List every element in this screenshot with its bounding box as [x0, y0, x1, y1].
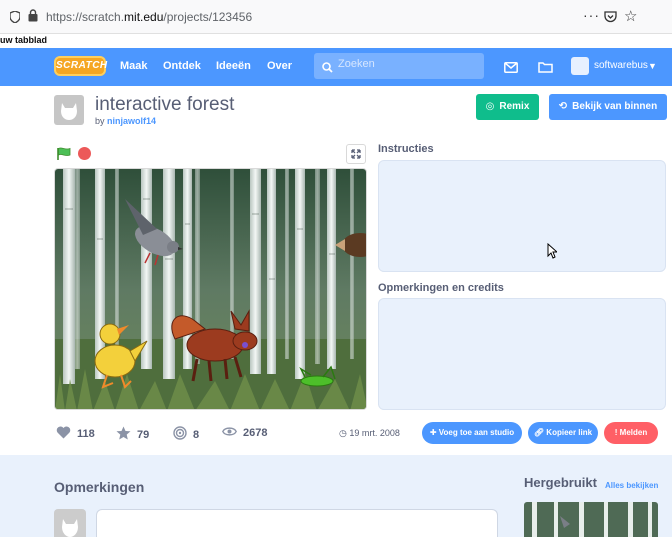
shield-icon[interactable]	[9, 10, 21, 24]
cursor-icon	[547, 243, 557, 259]
loves-stat[interactable]: 118	[56, 426, 95, 442]
nav-link-about[interactable]: Over	[267, 60, 292, 72]
nav-link-create[interactable]: Maak	[120, 60, 148, 72]
see-inside-button[interactable]: ⟲ Bekijk van binnen	[549, 94, 667, 120]
instructions-label: Instructies	[378, 143, 434, 155]
see-inside-icon: ⟲	[558, 101, 568, 112]
copy-link-label: Kopieer link	[546, 428, 593, 437]
instructions-panel	[378, 160, 666, 272]
stop-icon[interactable]	[78, 147, 91, 160]
star-icon	[116, 426, 131, 443]
remix-icon	[173, 426, 187, 443]
copy-link-button[interactable]: 🔗︎ Kopieer link	[528, 422, 598, 444]
bookmark-item[interactable]: uw tabblad	[0, 35, 47, 45]
add-to-studio-button[interactable]: ✚ Voeg toe aan studio	[422, 422, 522, 444]
comments-title: Opmerkingen	[54, 479, 145, 495]
add-to-studio-label: Voeg toe aan studio	[438, 428, 515, 437]
remixes-stat: 8	[173, 426, 199, 443]
project-stage[interactable]	[54, 168, 367, 410]
browser-toolbar: https://scratch.mit.edu/projects/123456 …	[0, 0, 672, 34]
url-domain: mit.edu	[124, 10, 164, 24]
project-author-avatar[interactable]	[54, 95, 84, 125]
site-nav: SCRATCH Maak Ontdek Ideeën Over software…	[0, 48, 672, 86]
remixes-title: Hergebruikt	[524, 475, 597, 490]
comment-input[interactable]	[96, 509, 498, 537]
remix-label: Remix	[499, 101, 530, 112]
search-box[interactable]	[314, 53, 484, 79]
calendar-icon: ◷	[339, 428, 350, 438]
nav-link-ideas[interactable]: Ideeën	[216, 60, 251, 72]
author-link[interactable]: ninjawolf14	[107, 116, 156, 126]
avatar	[54, 509, 86, 537]
share-date-value: 19 mrt. 2008	[349, 428, 400, 438]
see-inside-label: Bekijk van binnen	[572, 101, 658, 112]
fullscreen-icon[interactable]	[346, 144, 366, 164]
search-icon	[322, 60, 333, 78]
address-bar[interactable]: https://scratch.mit.edu/projects/123456	[46, 10, 252, 24]
pocket-icon[interactable]	[604, 10, 617, 28]
scratch-logo[interactable]: SCRATCH	[54, 56, 107, 76]
project-author: by ninjawolf14	[95, 116, 156, 126]
credits-panel	[378, 298, 666, 410]
report-label: Melden	[619, 428, 648, 437]
favorites-stat[interactable]: 79	[116, 426, 149, 443]
see-all-link[interactable]: Alles bekijken	[605, 481, 658, 490]
green-flag-icon[interactable]	[56, 147, 72, 166]
avatar[interactable]	[571, 57, 589, 75]
remix-thumbnail[interactable]	[524, 502, 658, 537]
favorites-count: 79	[137, 428, 150, 441]
link-icon: 🔗︎	[533, 428, 547, 437]
report-button[interactable]: ! Melden	[604, 422, 658, 444]
search-input[interactable]	[338, 58, 478, 70]
credits-label: Opmerkingen en credits	[378, 282, 504, 294]
remix-icon: ◎	[485, 101, 495, 112]
views-count: 2678	[243, 427, 268, 439]
bookmark-star-icon[interactable]: ☆	[624, 7, 637, 25]
eye-icon	[222, 426, 237, 440]
nav-link-explore[interactable]: Ontdek	[163, 60, 201, 72]
lock-icon[interactable]	[28, 9, 38, 22]
page-actions-button[interactable]: ···	[583, 7, 600, 23]
remix-button[interactable]: ◎ Remix	[476, 94, 539, 120]
folder-icon[interactable]	[538, 60, 553, 78]
heart-icon	[56, 426, 71, 442]
share-date: ◷ 19 mrt. 2008	[339, 428, 400, 439]
page-title: interactive forest	[95, 94, 235, 115]
url-prefix: https://scratch.	[46, 10, 125, 24]
plus-icon: ✚	[429, 428, 439, 437]
chevron-down-icon[interactable]: ▼	[648, 61, 657, 71]
forest-scene	[55, 169, 366, 409]
bookmarks-bar: uw tabblad	[0, 34, 672, 48]
url-path: /projects/123456	[163, 10, 253, 24]
by-label: by	[95, 116, 105, 126]
mail-icon[interactable]	[504, 60, 518, 78]
loves-count: 118	[77, 428, 95, 440]
username[interactable]: softwarebus	[594, 60, 648, 71]
views-stat: 2678	[222, 426, 267, 440]
remixes-count: 8	[193, 428, 200, 441]
